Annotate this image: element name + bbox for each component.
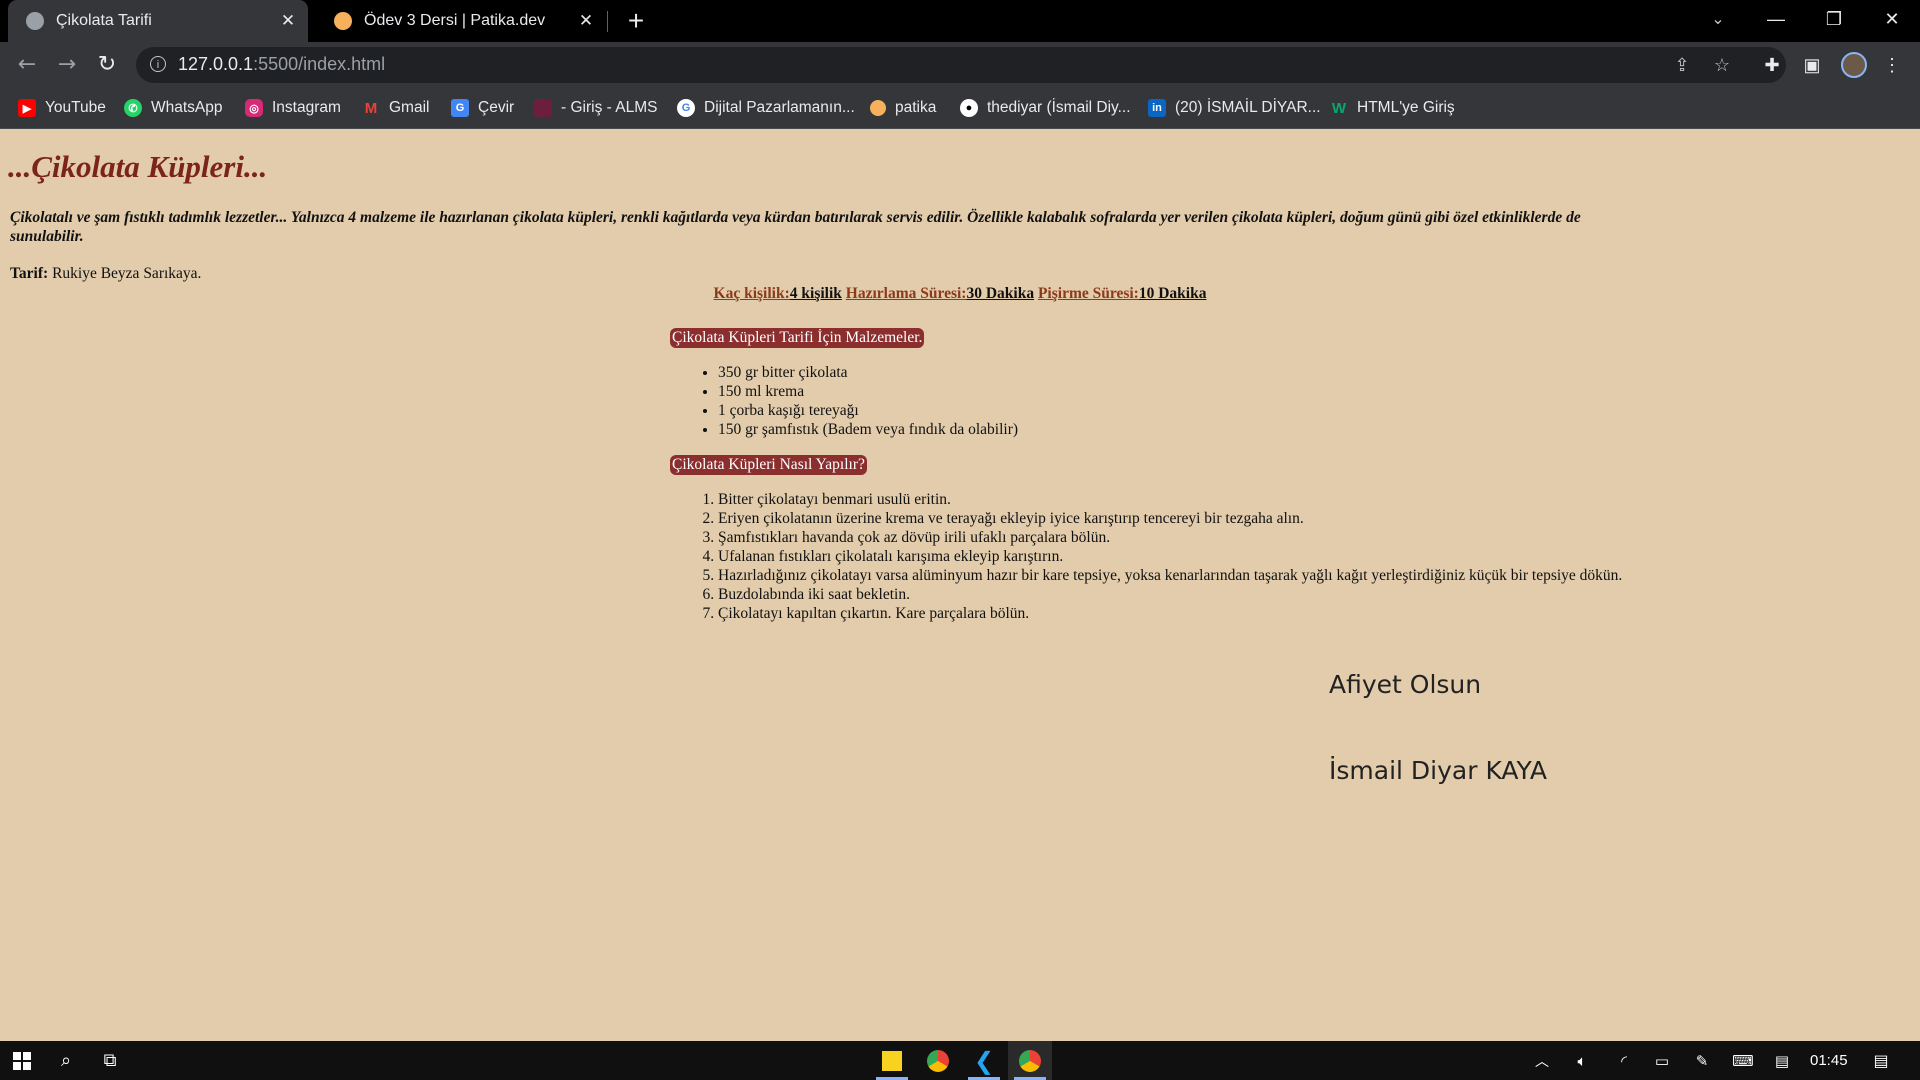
search-icon[interactable]: ⌕ bbox=[48, 1041, 84, 1080]
bookmark-github[interactable]: ● thediyar (İsmail Diy... bbox=[960, 96, 1131, 120]
servings-value: 4 kişilik bbox=[789, 285, 842, 302]
intro-paragraph: Çikolatalı ve şam fıstıklı tadımlık lezz… bbox=[10, 209, 1581, 245]
prep-time-value: 30 Dakika bbox=[966, 285, 1035, 302]
windows-taskbar: ⌕ ⧉ ❮ ︿ 🔈︎ ◜ ▭ ✎ ⌨ ▤ 01:45 ▤ bbox=[0, 1041, 1920, 1080]
chevron-up-icon[interactable]: ︿ bbox=[1530, 1041, 1554, 1080]
tab-cikolata-tarifi[interactable]: Çikolata Tarifi ✕ bbox=[8, 0, 308, 42]
bookmark-dijital-pazarlama[interactable]: G Dijital Pazarlamanın... bbox=[677, 96, 855, 120]
address-bar[interactable]: i 127.0.0.1:5500/index.html ⇪ ☆ bbox=[136, 47, 1786, 83]
cook-time-label: Pişirme Süresi: bbox=[1037, 285, 1139, 302]
vscode-icon[interactable]: ❮ bbox=[962, 1041, 1006, 1080]
gmail-icon: M bbox=[364, 99, 378, 117]
bookmark-star-icon[interactable]: ☆ bbox=[1710, 53, 1734, 77]
google-icon: G bbox=[677, 99, 695, 117]
cook-time-value: 10 Dakika bbox=[1138, 285, 1207, 302]
closing-text: Afiyet Olsun bbox=[1329, 670, 1482, 699]
steps-heading: Çikolata Küpleri Nasıl Yapılır? bbox=[670, 455, 867, 475]
ingredient-item: 1 çorba kaşığı tereyağı bbox=[718, 401, 1018, 420]
browser-toolbar: ← → ↻ i 127.0.0.1:5500/index.html ⇪ ☆ ✚ … bbox=[0, 42, 1920, 88]
whatsapp-icon: ✆ bbox=[124, 99, 142, 117]
page-title: ...Çikolata Küpleri... bbox=[8, 149, 268, 184]
share-icon[interactable]: ⇪ bbox=[1670, 53, 1694, 77]
extensions-puzzle-icon[interactable]: ✚ bbox=[1760, 53, 1784, 77]
translate-icon: G bbox=[451, 99, 469, 117]
menu-kebab-icon[interactable]: ⋮ bbox=[1880, 53, 1904, 77]
step-item: Eriyen çikolatanın üzerine krema ve tera… bbox=[718, 509, 1622, 528]
ingredients-list: 350 gr bitter çikolata 150 ml krema 1 ço… bbox=[670, 363, 1018, 439]
chrome-active-icon[interactable] bbox=[1008, 1041, 1052, 1080]
page-viewport: ...Çikolata Küpleri... Çikolatalı ve şam… bbox=[0, 129, 1920, 1041]
alms-icon bbox=[534, 99, 552, 117]
steps-list: Bitter çikolatayı benmari usulü eritin. … bbox=[670, 490, 1622, 623]
notifications-icon[interactable]: ▤ bbox=[1866, 1041, 1896, 1080]
site-info-icon[interactable]: i bbox=[150, 56, 166, 72]
keyboard-icon[interactable]: ⌨ bbox=[1728, 1041, 1758, 1080]
url-text[interactable]: 127.0.0.1:5500/index.html bbox=[178, 54, 385, 75]
bookmark-patika[interactable]: patika bbox=[870, 96, 936, 120]
tab-title: Çikolata Tarifi bbox=[56, 12, 152, 29]
task-view-icon[interactable]: ⧉ bbox=[92, 1041, 128, 1080]
ingredient-item: 150 ml krema bbox=[718, 382, 1018, 401]
youtube-icon: ▶ bbox=[18, 99, 36, 117]
recipe-credit: Tarif: Rukiye Beyza Sarıkaya. bbox=[10, 265, 201, 283]
bookmarks-bar: ▶ YouTube ✆ WhatsApp ◎ Instagram M Gmail… bbox=[0, 88, 1920, 129]
bookmark-html-giris[interactable]: W HTML'ye Giriş bbox=[1330, 96, 1455, 120]
close-window-button[interactable]: ✕ bbox=[1864, 0, 1920, 38]
bookmark-youtube[interactable]: ▶ YouTube bbox=[18, 96, 106, 120]
display-icon[interactable]: ▤ bbox=[1770, 1041, 1794, 1080]
close-tab-icon[interactable]: ✕ bbox=[576, 11, 596, 31]
ingredient-item: 350 gr bitter çikolata bbox=[718, 363, 1018, 382]
globe-icon bbox=[26, 12, 44, 30]
patika-icon bbox=[334, 12, 352, 30]
step-item: Ufalanan fıstıkları çikolatalı karışıma … bbox=[718, 547, 1622, 566]
recipe-label: Tarif: bbox=[10, 265, 49, 282]
bookmark-instagram[interactable]: ◎ Instagram bbox=[245, 96, 341, 120]
back-arrow-icon[interactable]: ← bbox=[12, 50, 42, 80]
close-tab-icon[interactable]: ✕ bbox=[278, 11, 298, 31]
instagram-icon: ◎ bbox=[245, 99, 263, 117]
linkedin-icon: in bbox=[1148, 99, 1166, 117]
volume-icon[interactable]: 🔈︎ bbox=[1570, 1041, 1594, 1080]
bookmark-whatsapp[interactable]: ✆ WhatsApp bbox=[124, 96, 223, 120]
bookmark-gmail[interactable]: M Gmail bbox=[362, 96, 430, 120]
bookmark-linkedin[interactable]: in (20) İSMAİL DİYAR... bbox=[1148, 96, 1321, 120]
chrome-icon[interactable] bbox=[916, 1041, 960, 1080]
tab-search-chevron-icon[interactable]: ⌄ bbox=[1705, 9, 1731, 33]
step-item: Çikolatayı kapıltan çıkartın. Kare parça… bbox=[718, 604, 1622, 623]
pen-icon[interactable]: ✎ bbox=[1690, 1041, 1714, 1080]
browser-tab-strip: Çikolata Tarifi ✕ Ödev 3 Dersi | Patika.… bbox=[0, 0, 1920, 42]
battery-icon[interactable]: ▭ bbox=[1650, 1041, 1674, 1080]
step-item: Bitter çikolatayı benmari usulü eritin. bbox=[718, 490, 1622, 509]
w3schools-icon: W bbox=[1331, 99, 1347, 117]
taskbar-clock[interactable]: 01:45 bbox=[1810, 1041, 1848, 1080]
windows-start-icon[interactable] bbox=[4, 1041, 40, 1080]
ingredient-item: 150 gr şamfıstık (Badem veya fındık da o… bbox=[718, 420, 1018, 439]
prep-time-label: Hazırlama Süresi: bbox=[845, 285, 967, 302]
servings-label: Kaç kişilik: bbox=[713, 285, 790, 302]
step-item: Hazırladığınız çikolatayı varsa alüminyu… bbox=[718, 566, 1622, 585]
reload-icon[interactable]: ↻ bbox=[92, 50, 122, 80]
tab-title: Ödev 3 Dersi | Patika.dev bbox=[364, 12, 546, 29]
network-icon[interactable]: ◜ bbox=[1612, 1041, 1636, 1080]
bookmark-cevir[interactable]: G Çevir bbox=[451, 96, 514, 120]
ingredients-heading: Çikolata Küpleri Tarifi İçin Malzemeler. bbox=[670, 328, 925, 348]
side-panel-icon[interactable]: ▣ bbox=[1800, 53, 1824, 77]
tab-odev-patika[interactable]: Ödev 3 Dersi | Patika.dev ✕ bbox=[316, 0, 606, 42]
forward-arrow-icon[interactable]: → bbox=[52, 50, 82, 80]
author-signature: İsmail Diyar KAYA bbox=[1329, 756, 1547, 785]
recipe-meta: Kaç kişilik:4 kişilik Hazırlama Süresi:3… bbox=[0, 285, 1920, 303]
patika-icon bbox=[870, 100, 886, 116]
sticky-notes-icon[interactable] bbox=[870, 1041, 914, 1080]
step-item: Buzdolabında iki saat bekletin. bbox=[718, 585, 1622, 604]
tab-separator bbox=[607, 11, 608, 32]
github-icon: ● bbox=[960, 99, 978, 117]
restore-button[interactable]: ❐ bbox=[1806, 0, 1862, 38]
recipe-author: Rukiye Beyza Sarıkaya. bbox=[48, 265, 202, 282]
step-item: Şamfıstıkları havanda çok az dövüp irili… bbox=[718, 528, 1622, 547]
profile-avatar[interactable] bbox=[1841, 52, 1867, 78]
new-tab-button[interactable]: + bbox=[622, 7, 650, 35]
minimize-button[interactable]: — bbox=[1748, 0, 1804, 38]
bookmark-alms[interactable]: - Giriş - ALMS bbox=[534, 96, 657, 120]
